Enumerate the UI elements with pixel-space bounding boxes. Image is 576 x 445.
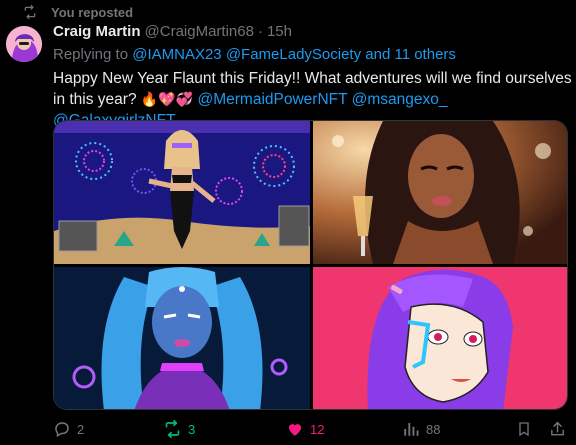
repost-banner: You reposted <box>22 3 133 21</box>
purple-hair-cyborg-image[interactable] <box>313 267 567 409</box>
reply-button[interactable]: 2 <box>53 420 84 438</box>
repost-action-icon <box>163 420 182 438</box>
repost-button[interactable]: 3 <box>163 420 195 438</box>
separator-dot: · <box>257 23 263 40</box>
bookmark-icon <box>516 420 532 438</box>
action-bar: 2 3 12 88 <box>53 420 568 444</box>
avatar[interactable] <box>6 26 42 62</box>
tweet-text-line1: Happy New Year Flaunt this Friday!! What… <box>53 70 572 87</box>
share-button[interactable] <box>549 420 566 438</box>
champagne-woman-image[interactable] <box>313 121 567 264</box>
replying-link-others[interactable]: and 11 others <box>365 46 456 63</box>
fireworks-mermaid-image[interactable] <box>54 121 310 264</box>
tweet-text-line2: in this year? <box>53 91 137 108</box>
views-count: 88 <box>426 421 441 437</box>
repost-icon <box>22 5 38 19</box>
heart-icon <box>286 420 304 438</box>
views-chart-icon <box>402 420 420 438</box>
user-handle[interactable]: @CraigMartin68 <box>145 23 254 40</box>
replying-to: Replying to @IAMNAX23 @FameLadySociety a… <box>53 46 456 63</box>
blue-alien-woman-image[interactable] <box>54 267 310 409</box>
timestamp[interactable]: 15h <box>267 23 292 40</box>
replying-link-iamnax23[interactable]: @IAMNAX23 <box>132 46 221 63</box>
repost-count: 3 <box>188 421 196 437</box>
views-button[interactable]: 88 <box>402 420 440 438</box>
replying-link-fameladysociety[interactable]: @FameLadySociety <box>226 46 361 63</box>
like-count: 12 <box>310 421 325 437</box>
like-button[interactable]: 12 <box>286 420 324 438</box>
reply-icon <box>53 420 71 438</box>
mention-msangexo[interactable]: @msangexo_ <box>352 91 448 108</box>
share-icon <box>549 420 566 438</box>
mention-mermaidpowernft[interactable]: @MermaidPowerNFT <box>198 91 348 108</box>
bookmark-button[interactable] <box>516 420 532 438</box>
repost-banner-label: You reposted <box>51 4 134 20</box>
replying-prefix: Replying to <box>53 46 129 63</box>
emoji-group: 🔥💖💞 <box>140 91 194 107</box>
media-grid <box>53 120 568 410</box>
reply-count: 2 <box>77 421 85 437</box>
display-name[interactable]: Craig Martin <box>53 23 141 40</box>
tweet-header: Craig Martin @CraigMartin68 · 15h <box>53 23 292 40</box>
